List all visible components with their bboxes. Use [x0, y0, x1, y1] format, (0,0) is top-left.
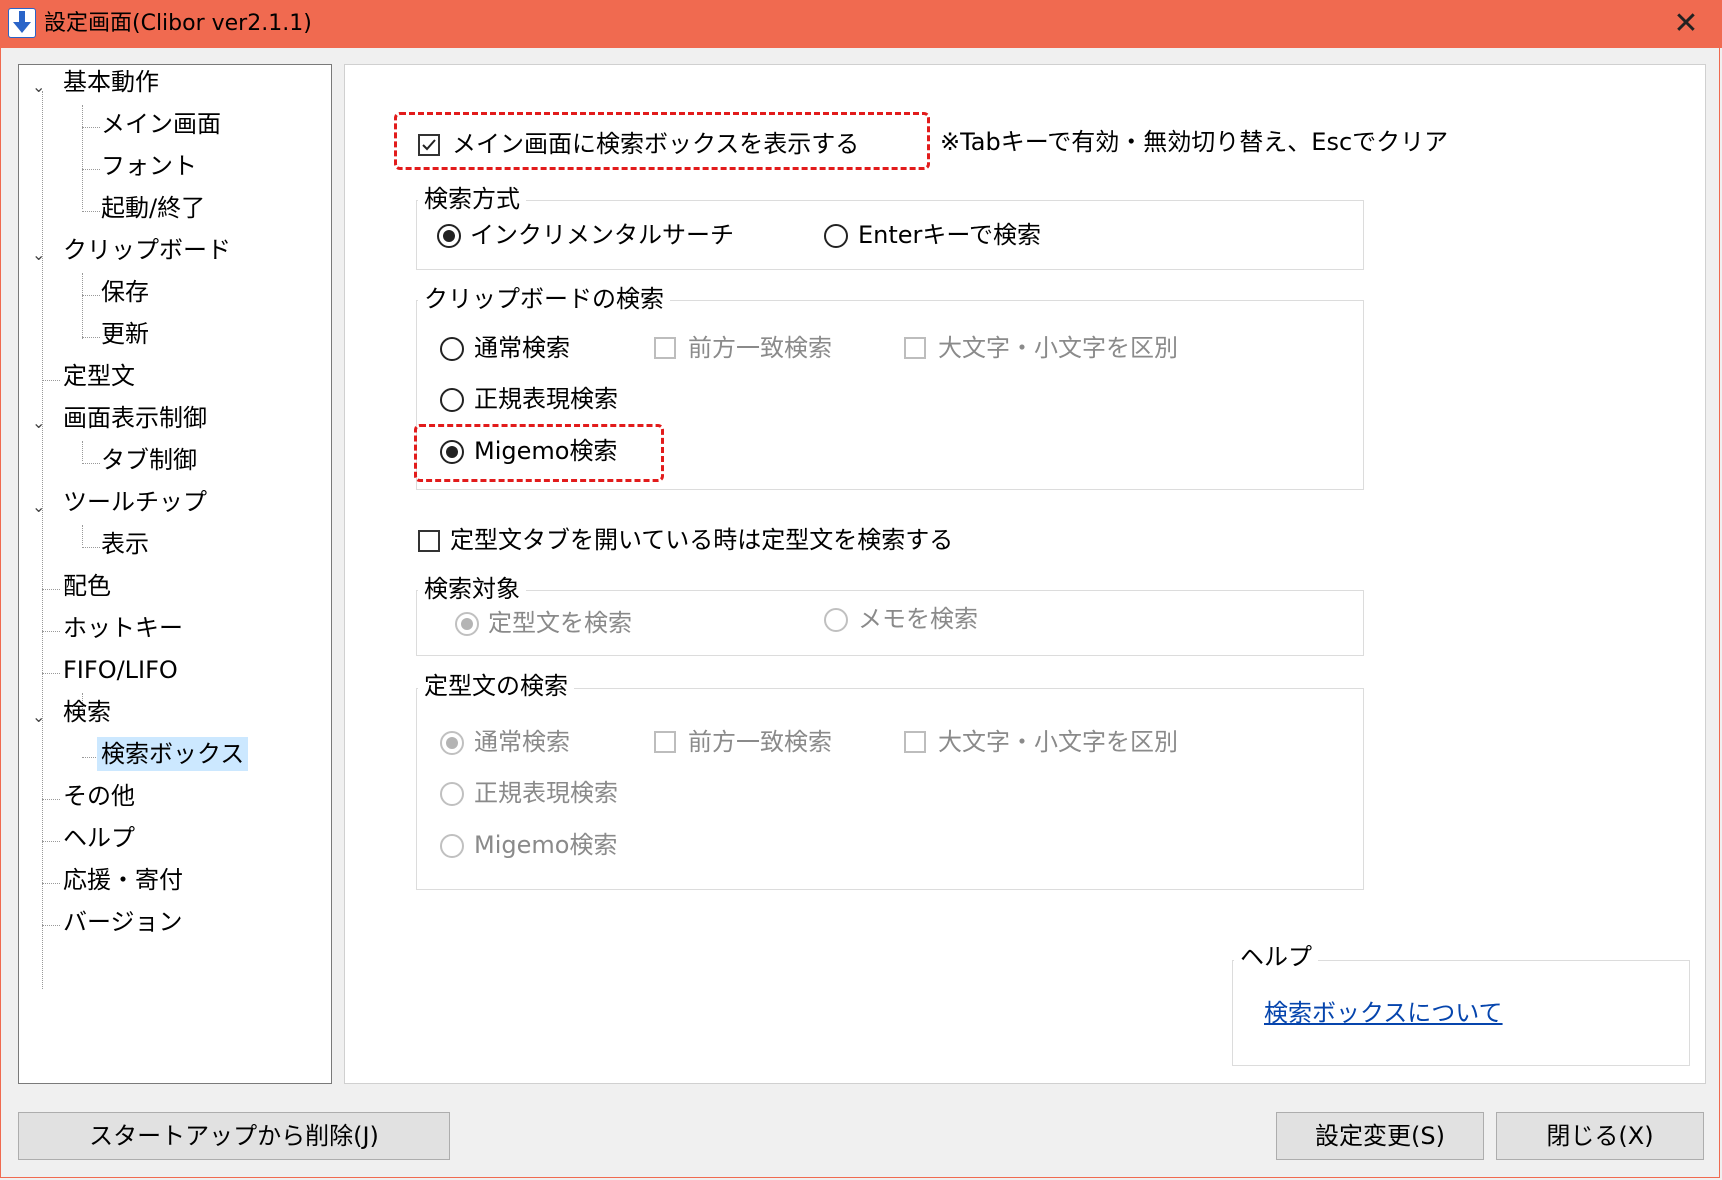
target-template-label: 定型文を検索: [488, 609, 632, 637]
chevron-down-icon[interactable]: ⌄: [32, 247, 48, 263]
enter-search-label[interactable]: Enterキーで検索: [858, 218, 1041, 252]
tree-item-main-screen[interactable]: メイン画面: [101, 107, 221, 141]
template-migemo-label: Migemo検索: [474, 831, 618, 859]
template-search-checkbox[interactable]: [418, 530, 440, 552]
template-case-label: 大文字・小文字を区別: [938, 728, 1178, 756]
tree-item-clipboard[interactable]: クリップボード: [63, 233, 231, 267]
clipboard-normal-label[interactable]: 通常検索: [474, 331, 570, 365]
chevron-down-icon[interactable]: ⌄: [32, 709, 48, 725]
template-search-title: 定型文の検索: [418, 671, 574, 701]
settings-tree[interactable]: ⌄ ⌄ ⌄ ⌄ ⌄ 基本動作 メイン画面 フォント 起動/終了 クリップボード …: [18, 64, 332, 1084]
clipboard-case-label: 大文字・小文字を区別: [938, 334, 1178, 362]
search-box-note: ※Tabキーで有効・無効切り替え、Escでクリア: [940, 128, 1449, 156]
template-regex-radio[interactable]: [440, 782, 464, 806]
startup-remove-button[interactable]: スタートアップから削除(J): [18, 1112, 450, 1160]
clipboard-normal-radio[interactable]: [440, 337, 464, 361]
target-memo-label: メモを検索: [858, 605, 978, 633]
target-template-radio[interactable]: [455, 612, 479, 636]
chevron-down-icon[interactable]: ⌄: [32, 79, 48, 95]
search-method-title: 検索方式: [418, 184, 526, 214]
incremental-search-label[interactable]: インクリメンタルサーチ: [470, 218, 734, 252]
tree-item-colors[interactable]: 配色: [63, 569, 111, 603]
clipboard-migemo-radio[interactable]: [440, 440, 464, 464]
apply-button[interactable]: 設定変更(S): [1276, 1112, 1484, 1160]
window-title: 設定画面(Clibor ver2.1.1): [44, 11, 312, 36]
clipboard-prefix-label: 前方一致検索: [688, 334, 832, 362]
template-search-label[interactable]: 定型文タブを開いている時は定型文を検索する: [450, 523, 953, 557]
template-prefix-checkbox[interactable]: [654, 731, 676, 753]
tree-item-tab-control[interactable]: タブ制御: [101, 443, 197, 477]
template-normal-label: 通常検索: [474, 728, 570, 756]
clipboard-migemo-label[interactable]: Migemo検索: [474, 434, 617, 468]
template-prefix-label: 前方一致検索: [688, 728, 832, 756]
target-memo-radio[interactable]: [824, 608, 848, 632]
template-migemo-radio[interactable]: [440, 834, 464, 858]
tree-item-tooltip[interactable]: ツールチップ: [63, 485, 207, 519]
tree-item-update[interactable]: 更新: [101, 317, 149, 351]
close-icon[interactable]: ✕: [1662, 6, 1710, 42]
clipboard-regex-label[interactable]: 正規表現検索: [474, 382, 618, 416]
tree-item-search-box[interactable]: 検索ボックス: [97, 737, 249, 771]
chevron-down-icon[interactable]: ⌄: [32, 499, 48, 515]
tree-item-startup-exit[interactable]: 起動/終了: [101, 191, 205, 225]
tree-item-search[interactable]: 検索: [63, 695, 111, 729]
tree-item-save[interactable]: 保存: [101, 275, 149, 309]
tree-item-help[interactable]: ヘルプ: [63, 821, 135, 855]
tree-item-version[interactable]: バージョン: [63, 905, 183, 939]
chevron-down-icon[interactable]: ⌄: [32, 415, 48, 431]
show-search-box-checkbox[interactable]: [418, 134, 440, 156]
app-icon: [8, 8, 36, 38]
tree-item-templates[interactable]: 定型文: [63, 359, 135, 393]
tree-item-display-control[interactable]: 画面表示制御: [63, 401, 207, 435]
tree-item-hotkey[interactable]: ホットキー: [63, 611, 183, 645]
clipboard-search-title: クリップボードの検索: [418, 284, 670, 314]
tree-item-other[interactable]: その他: [63, 779, 135, 813]
clipboard-case-checkbox[interactable]: [904, 337, 926, 359]
enter-search-radio[interactable]: [824, 224, 848, 248]
help-link[interactable]: 検索ボックスについて: [1264, 996, 1503, 1030]
template-normal-radio[interactable]: [440, 731, 464, 755]
template-regex-label: 正規表現検索: [474, 779, 618, 807]
tree-item-basic[interactable]: 基本動作: [63, 65, 159, 99]
tree-item-font[interactable]: フォント: [101, 149, 197, 183]
tree-item-fifo-lifo[interactable]: FIFO/LIFO: [63, 653, 178, 687]
clipboard-prefix-checkbox[interactable]: [654, 337, 676, 359]
tree-item-display[interactable]: 表示: [101, 527, 149, 561]
template-case-checkbox[interactable]: [904, 731, 926, 753]
clipboard-regex-radio[interactable]: [440, 388, 464, 412]
search-target-title: 検索対象: [418, 574, 526, 604]
incremental-search-radio[interactable]: [437, 224, 461, 248]
close-button[interactable]: 閉じる(X): [1496, 1112, 1704, 1160]
show-search-box-label[interactable]: メイン画面に検索ボックスを表示する: [452, 127, 859, 161]
tree-item-donate[interactable]: 応援・寄付: [63, 863, 183, 897]
help-title: ヘルプ: [1234, 942, 1318, 972]
